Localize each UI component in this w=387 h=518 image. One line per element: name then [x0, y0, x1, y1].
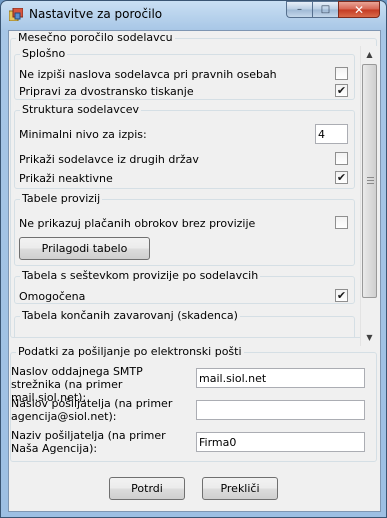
- check-icon: ✔: [336, 289, 347, 302]
- title-bar[interactable]: Nastavitve za poročilo – □ ✕: [1, 1, 386, 29]
- completed-insurance-group: Tabela končanih zavarovanj (skadenca): [14, 309, 355, 337]
- foreign-colleagues-checkbox[interactable]: [335, 152, 348, 165]
- report-settings-group-title: Mesečno poročilo sodelavcu: [16, 31, 175, 45]
- confirm-button[interactable]: Potrdi: [109, 477, 185, 500]
- maximize-icon: □: [320, 3, 331, 15]
- close-button[interactable]: ✕: [338, 1, 380, 18]
- email-settings-group-title: Podatki za pošiljanje po elektronski poš…: [16, 345, 244, 359]
- scroll-up-button[interactable]: ▲: [361, 46, 378, 63]
- cancel-button[interactable]: Prekliči: [202, 477, 278, 500]
- scroll-up-icon: ▲: [366, 50, 373, 59]
- sender-address-label: Naslov pošiljatelja (na primer agencija@…: [11, 397, 173, 423]
- check-icon: ✔: [336, 84, 347, 97]
- commission-sum-group-title: Tabela s seštevkom provizije po sodelavc…: [20, 269, 261, 283]
- scroll-down-button[interactable]: ▼: [361, 329, 378, 346]
- window-title: Nastavitve za poročilo: [29, 7, 163, 21]
- sender-address-input[interactable]: [196, 400, 365, 420]
- sum-table-enabled-checkbox[interactable]: ✔: [335, 289, 348, 302]
- hide-legal-address-label: Ne izpiši naslova sodelavca pri pravnih …: [19, 68, 277, 81]
- show-inactive-checkbox[interactable]: ✔: [335, 171, 348, 184]
- duplex-print-checkbox[interactable]: ✔: [335, 84, 348, 97]
- scrollbar-thumb[interactable]: [362, 64, 377, 298]
- settings-scrollbar[interactable]: ▲ ▼: [360, 46, 377, 346]
- sender-name-input[interactable]: [196, 432, 365, 452]
- commission-tables-group-title: Tabele provizij: [20, 192, 103, 206]
- hide-unpaid-checkbox[interactable]: [335, 216, 348, 229]
- min-level-label: Minimalni nivo za izpis:: [19, 128, 147, 141]
- window-controls: – □ ✕: [286, 1, 380, 18]
- sender-name-label: Naziv pošiljatelja (na primer Naša Agenc…: [11, 429, 166, 455]
- minimize-button[interactable]: –: [286, 1, 312, 18]
- app-icon: [9, 8, 23, 21]
- completed-insurance-group-title: Tabela končanih zavarovanj (skadenca): [20, 309, 240, 323]
- maximize-button[interactable]: □: [312, 1, 338, 18]
- structure-group-title: Struktura sodelavcev: [20, 103, 142, 117]
- duplex-print-label: Pripravi za dvostransko tiskanje: [19, 85, 194, 98]
- scroll-down-icon: ▼: [366, 333, 373, 342]
- dialog-client-area: Mesečno poročilo sodelavcu Splošno Ne iz…: [8, 30, 381, 512]
- show-inactive-label: Prikaži neaktivne: [19, 172, 113, 185]
- general-group-title: Splošno: [20, 47, 68, 61]
- customize-table-button[interactable]: Prilagodi tabelo: [19, 237, 150, 260]
- close-icon: ✕: [353, 2, 365, 17]
- hide-legal-address-checkbox[interactable]: [335, 67, 348, 80]
- smtp-server-input[interactable]: [196, 368, 365, 388]
- settings-window: Nastavitve za poročilo – □ ✕ Mesečno por…: [0, 0, 387, 518]
- min-level-input[interactable]: [315, 124, 348, 144]
- foreign-colleagues-label: Prikaži sodelavce iz drugih držav: [19, 153, 199, 166]
- check-icon: ✔: [336, 171, 347, 184]
- minimize-icon: –: [297, 3, 302, 15]
- hide-unpaid-label: Ne prikazuj plačanih obrokov brez proviz…: [19, 217, 256, 230]
- sum-table-enabled-label: Omogočena: [19, 290, 86, 303]
